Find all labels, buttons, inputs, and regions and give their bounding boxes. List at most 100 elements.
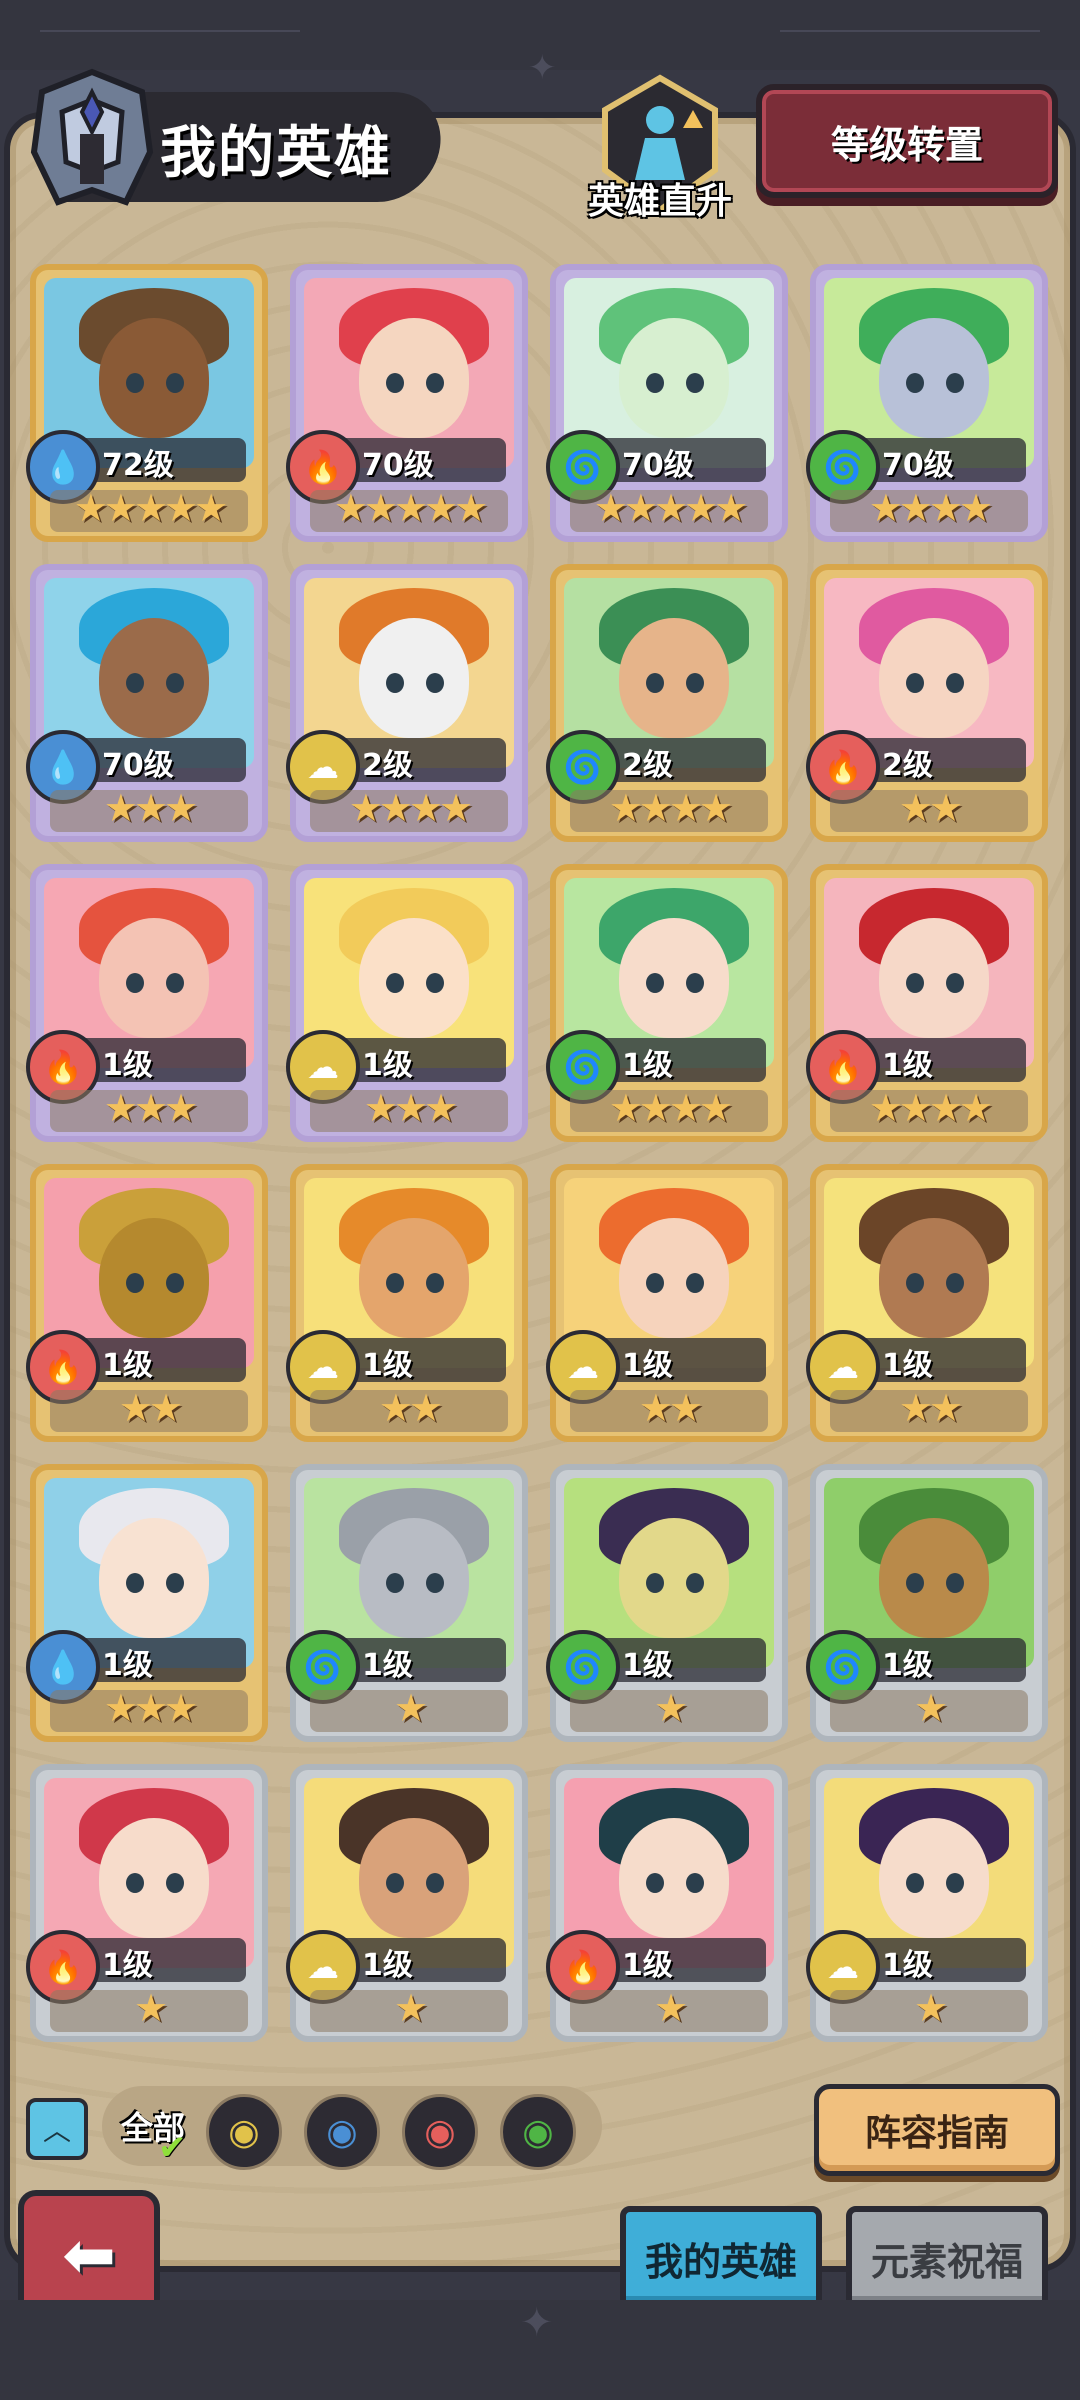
hero-card[interactable]: ☁ 1级 ★★★ [286,864,528,1142]
hero-eye [426,973,444,993]
hero-stars: ★★★★★ [73,486,228,530]
hero-card[interactable]: 🔥 1级 ★★ [26,1164,268,1442]
hero-eye [126,673,144,693]
hero-eye [166,1573,184,1593]
hero-face [99,918,209,1038]
hero-card[interactable]: 🔥 1级 ★★★★ [806,864,1048,1142]
hero-card[interactable]: ☁ 1级 ★★ [546,1164,788,1442]
hero-stars: ★ [393,1986,428,2030]
hero-eye [166,973,184,993]
hero-level: 70级 [362,448,434,483]
hero-card[interactable]: ☁ 2级 ★★★★ [286,564,528,842]
hero-card[interactable]: 🌀 70级 ★★★★★ [546,264,788,542]
hero-eye [906,1573,924,1593]
lineup-guide-button[interactable]: 阵容指南 [814,2084,1060,2176]
hero-level: 1级 [622,1048,673,1083]
hero-face [359,1218,469,1338]
top-bar: ✦ [0,0,1080,88]
filter-water-icon[interactable]: ◉ [304,2094,380,2170]
hero-card[interactable]: 💧 70级 ★★★ [26,564,268,842]
hero-eye [646,1873,664,1893]
hero-level: 2级 [622,748,673,783]
hero-eye [906,673,924,693]
hero-card[interactable]: 💧 72级 ★★★★★ [26,264,268,542]
hero-level: 1级 [622,1348,673,1383]
hero-face [99,318,209,438]
hero-eye [946,1573,964,1593]
hero-face [359,318,469,438]
hero-card[interactable]: ☁ 1级 ★★ [286,1164,528,1442]
hero-eye [906,373,924,393]
hero-eye [126,373,144,393]
hero-card[interactable]: 🌀 1级 ★ [546,1464,788,1742]
hero-eye [686,673,704,693]
collapse-up-icon[interactable]: ︿ [26,2098,88,2160]
hero-eye [686,373,704,393]
hero-level: 70级 [882,448,954,483]
hero-face [879,1518,989,1638]
hero-stars: ★ [133,1986,168,2030]
hero-card[interactable]: 🌀 70级 ★★★★ [806,264,1048,542]
tab-my-heroes[interactable]: 我的英雄 [620,2206,822,2310]
hero-card[interactable]: 🔥 1级 ★★★ [26,864,268,1142]
hero-level: 1级 [102,1348,153,1383]
hero-stars: ★★★★ [608,1086,733,1130]
hero-eye [646,1273,664,1293]
hero-eye [946,973,964,993]
hero-face [879,1818,989,1938]
hero-face [619,1518,729,1638]
hero-card[interactable]: ☁ 1级 ★★ [806,1164,1048,1442]
top-decoration-left [40,30,300,32]
hero-card[interactable]: 🌀 1级 ★ [806,1464,1048,1742]
hero-eye [126,1273,144,1293]
hero-stars: ★★ [898,1386,963,1430]
hero-card[interactable]: 🔥 1级 ★ [26,1764,268,2042]
hero-card[interactable]: ☁ 1级 ★ [286,1764,528,2042]
hero-card[interactable]: 🌀 1级 ★ [286,1464,528,1742]
hero-eye [386,1873,404,1893]
hero-stars: ★ [653,1686,688,1730]
hero-level: 1级 [362,1348,413,1383]
hero-stars: ★★★ [103,1086,198,1130]
hero-card[interactable]: 🌀 1级 ★★★★ [546,864,788,1142]
hero-face [619,318,729,438]
hero-eye [646,973,664,993]
hero-card[interactable]: 🔥 2级 ★★ [806,564,1048,842]
hero-eye [906,1873,924,1893]
hero-face [99,618,209,738]
hero-card[interactable]: 🔥 70级 ★★★★★ [286,264,528,542]
hero-grid: 💧 72级 ★★★★★ 🔥 70级 ★★★★★ 🌀 70级 ★★★★★ 🌀 70级 ★★★★ 💧 70级 ★… [26,264,1052,2054]
hero-face [619,1218,729,1338]
filter-fire-icon[interactable]: ◉ [402,2094,478,2170]
hero-eye [646,373,664,393]
hero-level: 1级 [362,1048,413,1083]
level-transfer-button[interactable]: 等级转置 [756,84,1058,198]
hero-face [879,318,989,438]
hero-eye [166,373,184,393]
hero-card[interactable]: 🔥 1级 ★ [546,1764,788,2042]
hero-stars: ★★★★ [868,1086,993,1130]
hero-level: 70级 [102,748,174,783]
hero-card[interactable]: 💧 1级 ★★★ [26,1464,268,1742]
hero-stars: ★★★ [103,786,198,830]
hero-level: 72级 [102,448,174,483]
hero-eye [686,1873,704,1893]
filter-earth-icon[interactable]: ◉ [206,2094,282,2170]
rankup-label[interactable]: 英雄直升 [580,172,740,224]
hero-face [99,1218,209,1338]
hero-eye [126,1573,144,1593]
hero-eye [906,973,924,993]
hero-level: 1级 [102,1648,153,1683]
hero-card[interactable]: ☁ 1级 ★ [806,1764,1048,2042]
hero-face [359,918,469,1038]
tab-element-blessing[interactable]: 元素祝福 [846,2206,1048,2310]
hero-eye [426,1573,444,1593]
hero-eye [686,973,704,993]
hero-face [879,618,989,738]
hero-eye [426,373,444,393]
check-icon: ✔ [158,2128,187,2168]
hero-card[interactable]: 🌀 2级 ★★★★ [546,564,788,842]
hero-face [879,1218,989,1338]
diamond-ornament-icon: ✦ [520,2300,554,2346]
filter-wind-icon[interactable]: ◉ [500,2094,576,2170]
